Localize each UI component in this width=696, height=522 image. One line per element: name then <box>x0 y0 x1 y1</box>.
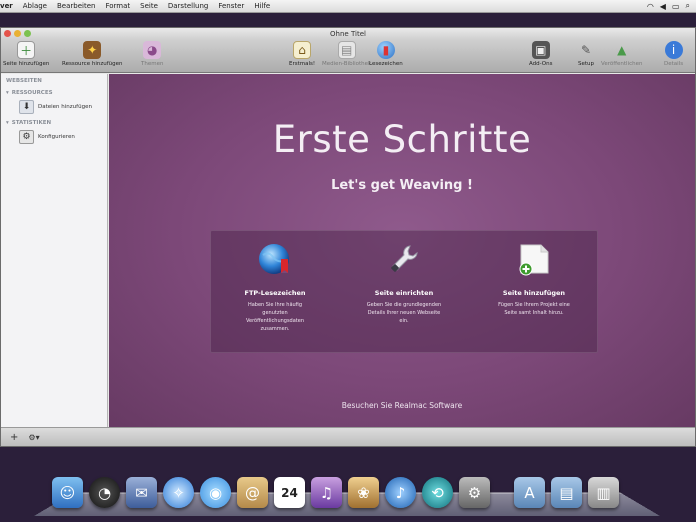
minimize-icon[interactable] <box>14 30 21 37</box>
sidebar-item-label: Konfigurieren <box>38 134 75 140</box>
dashboard-icon[interactable]: ◔ <box>89 477 120 508</box>
zoom-icon[interactable] <box>24 30 31 37</box>
menu-format[interactable]: Format <box>100 2 135 10</box>
add-page-card[interactable]: Seite hinzufügen Fügen Sie Ihrem Projekt… <box>474 231 594 317</box>
sidebar-item-label: Dateien hinzufügen <box>38 104 92 110</box>
system-preferences-icon[interactable]: ⚙ <box>459 477 490 508</box>
menu-seite[interactable]: Seite <box>135 2 163 10</box>
publish-button[interactable]: ▲ Veröffentlichen <box>601 41 642 67</box>
welcome-pane: Erste Schritte Let's get Weaving ! FTP-L… <box>109 74 695 427</box>
wrench-icon: ✎ <box>580 43 592 57</box>
menu-ablage[interactable]: Ablage <box>18 2 52 10</box>
ical-icon[interactable]: 24 <box>274 477 305 508</box>
page-title: Erste Schritte <box>272 118 532 161</box>
menu-extras: ◠ ◀ ▭ ⌕ <box>647 1 696 11</box>
home-icon: ⌂ <box>293 41 312 59</box>
add-page-icon <box>519 244 549 276</box>
mail-icon[interactable]: ✉ <box>126 477 157 508</box>
card-title: FTP-Lesezeichen <box>244 289 306 297</box>
disclosure-triangle-icon[interactable]: ▾ <box>6 120 9 126</box>
iphoto-icon[interactable]: ❀ <box>348 477 379 508</box>
card-description: Haben Sie Ihre häufig genutzten Veröffen… <box>245 302 305 332</box>
address-book-icon[interactable]: @ <box>237 477 268 508</box>
globe-bookmark-icon: ▮ <box>376 41 395 59</box>
add-on-icon: ▣ <box>531 41 550 59</box>
ftp-bookmarks-card[interactable]: FTP-Lesezeichen Haben Sie Ihre häufig ge… <box>215 231 335 333</box>
setup-button[interactable]: ✎ Setup <box>577 41 595 67</box>
app-window: Ohne Titel ＋ Seite hinzufügen ✦ Ressourc… <box>0 27 696 447</box>
themes-icon: ◕ <box>143 41 162 59</box>
menu-darstellung[interactable]: Darstellung <box>163 2 213 10</box>
wifi-icon[interactable]: ◠ <box>647 2 654 11</box>
finder-icon[interactable]: ☺ <box>52 477 83 508</box>
window-title: Ohne Titel <box>330 30 366 38</box>
battery-icon[interactable]: ▭ <box>672 2 680 11</box>
details-button[interactable]: i Details <box>664 41 683 67</box>
disclosure-triangle-icon[interactable]: ▾ <box>6 90 9 96</box>
music-icon[interactable]: ♪ <box>385 477 416 508</box>
spotlight-icon[interactable]: ⌕ <box>686 1 690 11</box>
sidebar-item-configure[interactable]: ⚙ Konfigurieren <box>1 128 107 146</box>
add-button[interactable]: + <box>10 432 18 443</box>
publish-icon: ▲ <box>617 43 627 57</box>
documents-folder-icon[interactable]: ▤ <box>551 477 582 508</box>
toolbar: ＋ Seite hinzufügen ✦ Ressource hinzufüge… <box>1 40 695 73</box>
title-bar: Ohne Titel <box>1 28 695 40</box>
safari-icon[interactable]: ✧ <box>163 477 194 508</box>
getting-started-panel: FTP-Lesezeichen Haben Sie Ihre häufig ge… <box>210 230 598 353</box>
dock: ☺ ◔ ✉ ✧ ◉ @ 24 ♫ ❀ ♪ ⟲ ⚙ A ▤ ▥ <box>52 468 619 508</box>
card-title: Seite hinzufügen <box>502 289 566 297</box>
add-page-icon: ＋ <box>17 41 36 59</box>
themes-button[interactable]: ◕ Themen <box>141 41 163 67</box>
gear-icon: ⚙ <box>19 130 34 144</box>
sidebar-bottom-bar: + ⚙▾ <box>1 427 695 446</box>
ichat-icon[interactable]: ◉ <box>200 477 231 508</box>
action-menu-button[interactable]: ⚙▾ <box>28 433 39 442</box>
sidebar-item-add-files[interactable]: ⬇ Dateien hinzufügen <box>1 98 107 116</box>
card-description: Geben Sie die grundlegenden Details Ihre… <box>366 302 442 324</box>
globe-bookmark-icon <box>259 244 289 274</box>
setup-site-card[interactable]: Seite einrichten Geben Sie die grundlege… <box>344 231 464 325</box>
info-icon: i <box>664 41 683 59</box>
add-resource-icon: ✦ <box>83 41 102 59</box>
add-resource-button[interactable]: ✦ Ressource hinzufügen <box>62 41 123 67</box>
menu-hilfe[interactable]: Hilfe <box>249 2 275 10</box>
itunes-icon[interactable]: ♫ <box>311 477 342 508</box>
time-machine-icon[interactable]: ⟲ <box>422 477 453 508</box>
menu-bearbeiten[interactable]: Bearbeiten <box>52 2 100 10</box>
download-arrow-icon: ⬇ <box>19 100 34 114</box>
sidebar-group-statistics[interactable]: ▾ STATISTIKEN <box>1 116 107 128</box>
media-library-icon: ▤ <box>337 41 356 59</box>
card-description: Fügen Sie Ihrem Projekt eine Seite samt … <box>498 302 570 316</box>
sidebar: WEBSEITEN ▾ RESSOURCES ⬇ Dateien hinzufü… <box>1 74 108 427</box>
sidebar-header-websites: WEBSEITEN <box>6 78 42 84</box>
volume-icon[interactable]: ◀ <box>660 2 666 11</box>
sidebar-group-resources[interactable]: ▾ RESSOURCES <box>1 86 107 98</box>
menu-app[interactable]: ver <box>0 2 18 10</box>
page-subtitle: Let's get Weaving ! <box>331 178 473 193</box>
bookmarks-button[interactable]: ▮ Lesezeichen <box>369 41 403 67</box>
trash-icon[interactable]: ▥ <box>588 477 619 508</box>
add-on-button[interactable]: ▣ Add-Ons <box>529 41 552 67</box>
wrench-icon <box>391 245 418 272</box>
window-controls <box>4 30 31 37</box>
media-library-button[interactable]: ▤ Medien-Bibliothek <box>322 41 371 67</box>
menu-fenster[interactable]: Fenster <box>213 2 249 10</box>
menu-bar: ver Ablage Bearbeiten Format Seite Darst… <box>0 0 696 13</box>
applications-folder-icon[interactable]: A <box>514 477 545 508</box>
home-button[interactable]: ⌂ Erstmals! <box>289 41 315 67</box>
close-icon[interactable] <box>4 30 11 37</box>
visit-realmac-link[interactable]: Besuchen Sie Realmac Software <box>109 401 695 410</box>
add-page-button[interactable]: ＋ Seite hinzufügen <box>3 41 49 67</box>
card-title: Seite einrichten <box>374 289 434 297</box>
